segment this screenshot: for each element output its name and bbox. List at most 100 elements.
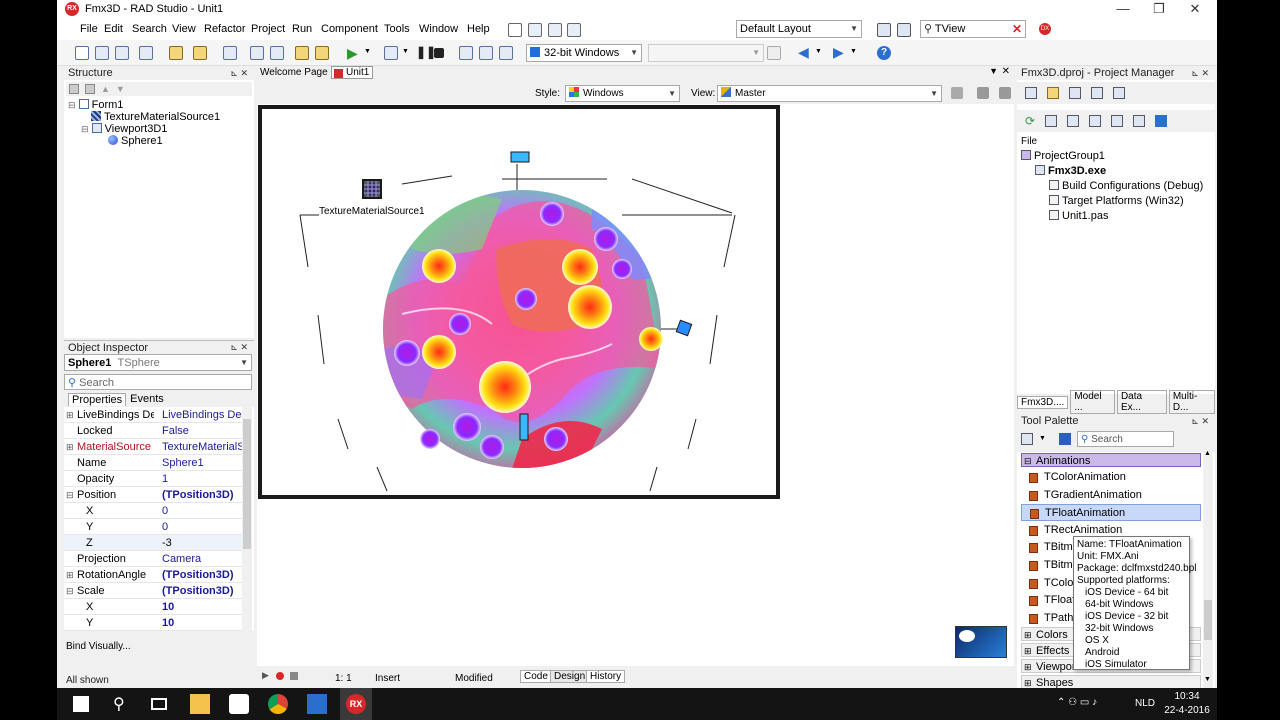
save-icon[interactable] <box>223 46 237 60</box>
palette-filter-icon[interactable] <box>1059 433 1071 445</box>
deploy-icon[interactable] <box>1133 115 1146 127</box>
back-icon[interactable]: ◀ <box>798 44 809 61</box>
sync-icon[interactable]: ⟳ <box>1025 114 1035 128</box>
light-gizmo[interactable] <box>510 151 530 163</box>
file-explorer-icon[interactable] <box>190 694 210 714</box>
language-indicator[interactable]: NLD <box>1135 698 1155 709</box>
close-file-icon[interactable] <box>270 46 284 60</box>
maximize-button[interactable]: ❐ <box>1141 0 1177 18</box>
stop-icon[interactable] <box>434 48 444 58</box>
property-row[interactable]: X0 <box>64 503 251 519</box>
options-icon[interactable] <box>1091 87 1103 99</box>
menu-component[interactable]: Component <box>321 23 378 35</box>
dx-icon[interactable]: DX <box>1039 23 1051 35</box>
menu-search[interactable]: Search <box>132 23 167 35</box>
property-value[interactable]: 10 <box>162 599 248 615</box>
tab-code[interactable]: Code <box>520 670 552 683</box>
pin-close-icon[interactable]: ⊾ ✕ <box>230 342 248 353</box>
palette-category[interactable]: ⊞ Shapes <box>1021 675 1201 688</box>
palette-item[interactable]: TFloatAnimation <box>1021 504 1201 522</box>
close-button[interactable]: ✕ <box>1177 0 1213 18</box>
property-row[interactable]: ⊟ Scale (TPosition3D) <box>64 583 251 599</box>
save-layout-icon[interactable] <box>877 23 891 37</box>
expand-property-icon[interactable]: ⊞ <box>66 439 74 455</box>
palette-scrollbar[interactable]: ▲ ▼ <box>1203 450 1213 688</box>
property-value[interactable]: False <box>162 423 248 439</box>
menu-window[interactable]: Window <box>419 23 458 35</box>
clear-search-icon[interactable]: ✕ <box>1012 21 1022 37</box>
scrollbar-thumb[interactable] <box>243 419 251 549</box>
palette-categories-icon[interactable] <box>1021 433 1033 445</box>
pin-close-icon[interactable]: ⊾ ✕ <box>230 68 248 79</box>
expand-all-icon[interactable] <box>1045 115 1058 127</box>
run-icon[interactable]: ▶ <box>347 45 358 62</box>
category-animations[interactable]: ⊟ Animations <box>1021 453 1201 467</box>
dummy-gizmo[interactable] <box>675 319 693 337</box>
property-value[interactable]: (TPosition3D) <box>162 583 248 599</box>
add-file-icon[interactable] <box>1047 87 1059 99</box>
property-value[interactable]: Sphere1 <box>162 455 248 471</box>
scrollbar-thumb[interactable] <box>1204 600 1212 640</box>
platform-combo[interactable]: 32-bit Windows ▼ <box>526 44 642 62</box>
tab-project-manager[interactable]: Fmx3D.... <box>1017 395 1069 409</box>
menu-help[interactable]: Help <box>467 23 490 35</box>
expand-property-icon[interactable]: ⊞ <box>66 407 74 423</box>
mail-icon[interactable] <box>508 23 522 37</box>
chevron-down-icon[interactable]: ▼ <box>850 48 857 55</box>
palette-item[interactable]: TGradientAnimation <box>1021 487 1201 504</box>
form-designer[interactable]: TextureMaterialSource1 <box>257 104 1014 666</box>
open-folder-icon[interactable] <box>295 46 309 60</box>
property-row[interactable]: ⊟ Position (TPosition3D) <box>64 487 251 503</box>
expand-property-icon[interactable]: ⊟ <box>66 583 74 599</box>
run-to-cursor-icon[interactable] <box>499 46 513 60</box>
property-row[interactable]: ⊞ MaterialSource TextureMaterialSo <box>64 439 251 455</box>
expand-property-icon[interactable]: ⊞ <box>66 567 74 583</box>
chevron-down-icon[interactable]: ▼ <box>402 48 409 55</box>
collapse-toggle-icon[interactable]: ⊟ <box>81 124 89 134</box>
property-value[interactable]: (TPosition3D) <box>162 487 248 503</box>
structure-node-viewport[interactable]: ⊟ Viewport3D1 <box>81 123 167 135</box>
tab-properties[interactable]: Properties <box>68 392 127 406</box>
property-value[interactable]: TextureMaterialSo <box>162 439 248 455</box>
run-without-debug-icon[interactable] <box>384 46 398 60</box>
trace-into-icon[interactable] <box>459 46 473 60</box>
add-view-icon[interactable] <box>951 87 963 99</box>
device-manager-icon[interactable] <box>767 46 781 60</box>
close-tab-icon[interactable] <box>334 69 343 78</box>
tab-multi-device[interactable]: Multi-D... <box>1168 390 1215 414</box>
link-view-icon[interactable] <box>977 87 989 99</box>
sort-icon[interactable] <box>1089 115 1102 127</box>
menu-file[interactable]: File <box>80 23 98 35</box>
property-row[interactable]: Z -3 <box>64 535 251 551</box>
project-tree-node[interactable]: Build Configurations (Debug) <box>1049 180 1203 192</box>
property-row[interactable]: ⊞ RotationAngle (TPosition3D) <box>64 567 251 583</box>
view-icon[interactable] <box>1113 87 1125 99</box>
new-file-icon[interactable] <box>75 46 89 60</box>
tab-design[interactable]: Design <box>550 670 590 683</box>
macro-play-icon[interactable]: ▶ <box>262 670 269 681</box>
palette-item[interactable]: TColorAnimation <box>1021 469 1201 486</box>
move-down-icon[interactable]: ▼ <box>116 84 125 94</box>
export-icon[interactable] <box>567 23 581 37</box>
property-value[interactable]: 10 <box>162 615 248 631</box>
close-editor-icon[interactable]: ✕ <box>1002 66 1010 77</box>
macro-record-icon[interactable] <box>276 672 284 680</box>
help-icon[interactable]: ? <box>877 46 891 60</box>
property-value[interactable]: (TPosition3D) <box>162 567 248 583</box>
new-items-icon[interactable] <box>139 46 153 60</box>
save-all-icon[interactable] <box>250 46 264 60</box>
bind-visually-link[interactable]: Bind Visually... <box>66 641 131 652</box>
menu-project[interactable]: Project <box>251 23 285 35</box>
property-row[interactable]: Y 10 <box>64 615 251 631</box>
tab-history[interactable]: History <box>586 670 626 683</box>
chevron-down-icon[interactable]: ▼ <box>1204 676 1211 683</box>
step-over-icon[interactable] <box>479 46 493 60</box>
menu-view[interactable]: View <box>172 23 196 35</box>
structure-node-sphere[interactable]: Sphere1 <box>108 135 163 147</box>
expand-property-icon[interactable]: ⊟ <box>66 487 74 503</box>
view-combo[interactable]: Master ▼ <box>717 85 942 102</box>
property-value[interactable]: -3 <box>162 535 248 551</box>
form-canvas[interactable]: TextureMaterialSource1 <box>258 105 780 499</box>
property-row[interactable]: Locked False <box>64 423 251 439</box>
collapse-all-icon[interactable] <box>1067 115 1080 127</box>
